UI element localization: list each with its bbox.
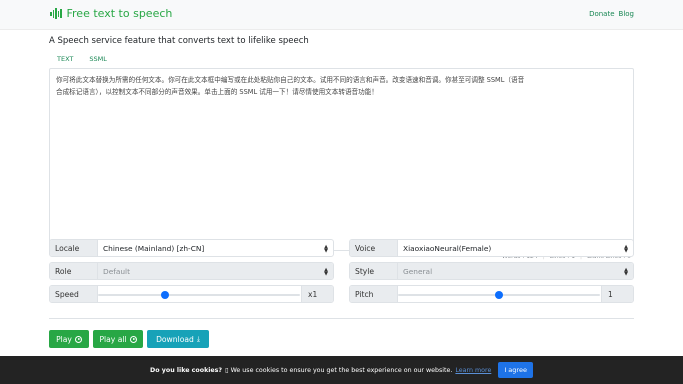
- style-value: General: [403, 266, 433, 276]
- pitch-control: Pitch 1: [349, 285, 634, 303]
- play-button[interactable]: Play: [49, 330, 89, 348]
- page-subtitle: A Speech service feature that converts t…: [49, 36, 309, 46]
- play-all-label: Play all: [99, 334, 127, 344]
- main-content: A Speech service feature that converts t…: [0, 30, 683, 356]
- brand-title[interactable]: Free text to speech: [67, 7, 173, 20]
- text-input-content[interactable]: 你可将此文本替换为所需的任何文本。你可在此文本框中编写或在此处粘贴你自己的文本。…: [56, 74, 630, 98]
- locale-value: Chinese (Mainland) [zh-CN]: [103, 243, 205, 253]
- select-caret-icon: ▲ ▼: [324, 267, 328, 277]
- tab-text[interactable]: TEXT: [49, 54, 81, 68]
- voice-value: XiaoxiaoNeural(Female): [403, 243, 492, 253]
- download-icon: ⤓: [196, 334, 200, 343]
- speed-slider-track: [98, 294, 300, 296]
- role-label: Role: [50, 263, 98, 279]
- waveform-icon: [50, 8, 62, 20]
- style-control: Style General ▲ ▼: [349, 262, 634, 280]
- section-divider: [49, 318, 634, 319]
- select-caret-icon: ▲ ▼: [324, 244, 328, 254]
- locale-select[interactable]: Chinese (Mainland) [zh-CN] ▲ ▼: [98, 240, 333, 256]
- download-label: Download: [156, 334, 194, 344]
- speed-slider[interactable]: [98, 286, 301, 302]
- play-all-button[interactable]: Play all: [93, 330, 143, 348]
- cookie-banner: Do you like cookies? ▯ We use cookies to…: [0, 356, 683, 384]
- cookie-title: Do you like cookies?: [150, 366, 223, 374]
- play-circle-icon: [74, 335, 82, 343]
- role-value: Default: [103, 266, 131, 276]
- navbar: Free text to speech Donate Blog: [0, 0, 683, 30]
- style-select[interactable]: General ▲ ▼: [398, 263, 633, 279]
- speed-slider-thumb[interactable]: [160, 291, 169, 299]
- brand-link[interactable]: Free text to speech: [50, 7, 172, 20]
- locale-control: Locale Chinese (Mainland) [zh-CN] ▲ ▼: [49, 239, 334, 257]
- speed-label: Speed: [50, 286, 98, 302]
- locale-label: Locale: [50, 240, 98, 256]
- voice-label: Voice: [350, 240, 398, 256]
- select-caret-icon: ▲ ▼: [624, 244, 628, 254]
- pitch-slider-thumb[interactable]: [495, 291, 503, 299]
- pitch-label: Pitch: [350, 286, 398, 302]
- cookie-message: We use cookies to ensure you get the bes…: [230, 366, 453, 374]
- select-caret-icon: ▲ ▼: [624, 267, 628, 277]
- play-label: Play: [56, 334, 72, 344]
- pitch-value: 1: [601, 286, 633, 302]
- download-button[interactable]: Download ⤓: [147, 330, 209, 348]
- voice-control: Voice XiaoxiaoNeural(Female) ▲ ▼: [349, 239, 634, 257]
- tab-ssml[interactable]: SSML: [81, 54, 114, 68]
- text-line-2: 合成标记语言），以控制文本不同部分的声音效果。单击上面的 SSML 试用一下！请…: [56, 88, 378, 96]
- play-circle-icon: [129, 335, 137, 343]
- agree-button[interactable]: I agree: [498, 362, 533, 378]
- speed-control: Speed x1: [49, 285, 334, 303]
- text-input-area[interactable]: 你可将此文本替换为所需的任何文本。你可在此文本框中编写或在此处粘贴你自己的文本。…: [49, 68, 634, 251]
- role-select[interactable]: Default ▲ ▼: [98, 263, 333, 279]
- nav-link-donate[interactable]: Donate: [589, 10, 614, 18]
- style-label: Style: [350, 263, 398, 279]
- nav-links: Donate Blog: [589, 10, 634, 18]
- pitch-slider[interactable]: [398, 286, 601, 302]
- text-line-1: 你可将此文本替换为所需的任何文本。你可在此文本框中编写或在此处粘贴你自己的文本。…: [56, 76, 525, 84]
- voice-select[interactable]: XiaoxiaoNeural(Female) ▲ ▼: [398, 240, 633, 256]
- input-mode-tabs: TEXT SSML: [49, 54, 115, 68]
- learn-more-link[interactable]: Learn more: [455, 367, 491, 374]
- nav-link-blog[interactable]: Blog: [619, 10, 634, 18]
- speed-value: x1: [301, 286, 333, 302]
- role-control: Role Default ▲ ▼: [49, 262, 334, 280]
